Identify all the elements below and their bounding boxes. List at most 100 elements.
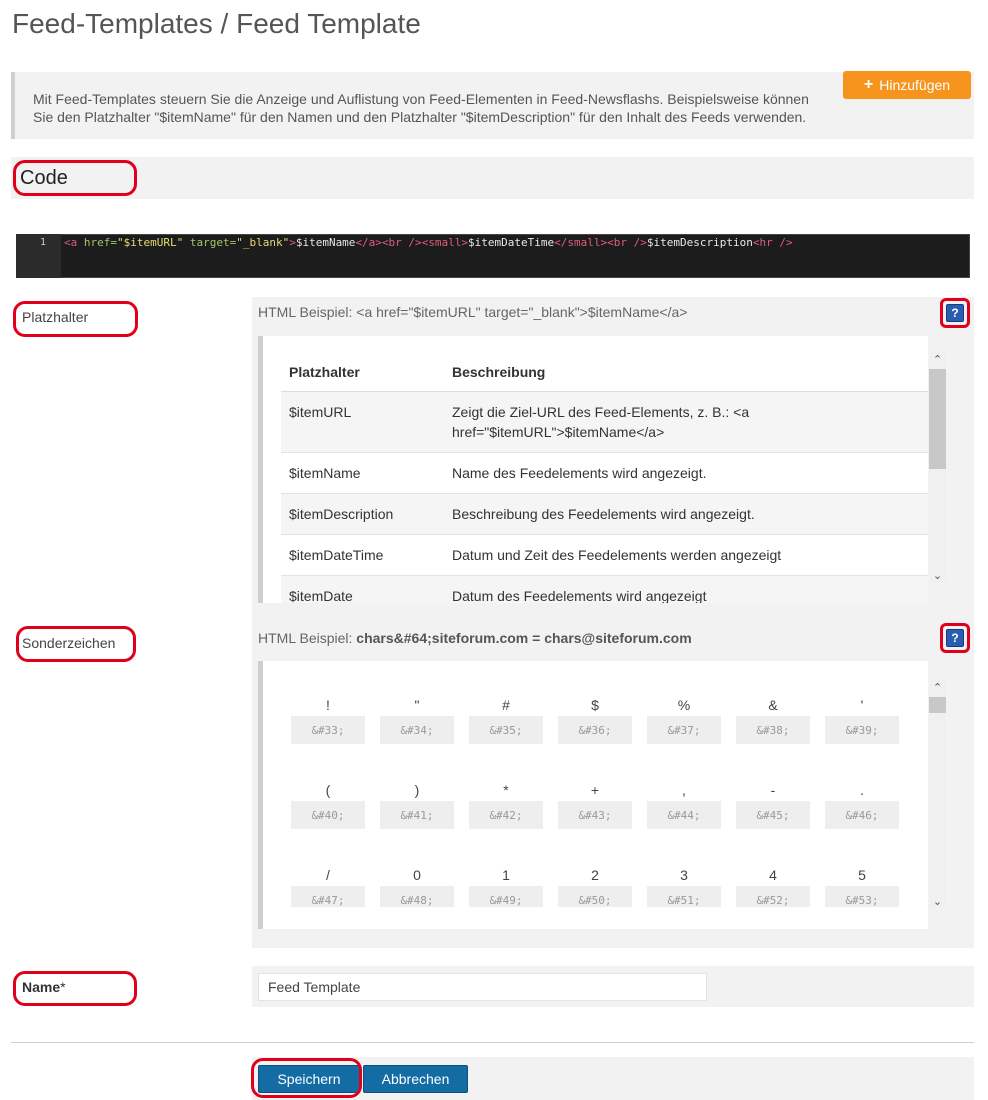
char-code: &#45;: [736, 801, 810, 829]
char-item[interactable]: 3 &#51;: [647, 865, 721, 907]
code-token: $itemDescription: [646, 236, 753, 249]
char-code: &#39;: [825, 716, 899, 744]
char-symbol: 3: [680, 867, 688, 883]
char-item[interactable]: $ &#36;: [558, 695, 632, 744]
char-item[interactable]: , &#44;: [647, 780, 721, 829]
table-header-row: Platzhalter Beschreibung: [281, 353, 928, 392]
chevron-up-icon[interactable]: ⌃: [929, 679, 946, 695]
char-symbol: ": [414, 697, 420, 713]
char-symbol: (: [325, 782, 331, 798]
char-item[interactable]: # &#35;: [469, 695, 543, 744]
info-text-line1: Mit Feed-Templates steuern Sie die Anzei…: [33, 91, 809, 107]
char-code: &#51;: [647, 886, 721, 907]
special-chars-scrollbar[interactable]: ⌃ ⌄: [929, 679, 946, 909]
char-item[interactable]: - &#45;: [736, 780, 810, 829]
char-symbol: 0: [413, 867, 421, 883]
code-token: </a>: [355, 236, 382, 249]
char-code: &#35;: [469, 716, 543, 744]
char-code: &#46;: [825, 801, 899, 829]
code-section-header: [11, 157, 974, 199]
char-item[interactable]: 2 &#50;: [558, 865, 632, 907]
code-token: <a: [64, 236, 78, 249]
divider: [11, 1042, 974, 1043]
char-item[interactable]: 4 &#52;: [736, 865, 810, 907]
char-code: &#53;: [825, 886, 899, 907]
char-item[interactable]: 1 &#49;: [469, 865, 543, 907]
code-token: "$itemURL": [117, 236, 184, 249]
char-symbol: -: [770, 782, 776, 798]
code-token: $itemDateTime: [468, 236, 555, 249]
placeholder-desc: Datum des Feedelements wird angezeigt: [444, 575, 928, 603]
char-item[interactable]: & &#38;: [736, 695, 810, 744]
table-row: $itemDate Datum des Feedelements wird an…: [281, 575, 928, 603]
placeholder-scrollbar[interactable]: ⌃ ⌄: [929, 351, 946, 583]
char-symbol: 4: [769, 867, 777, 883]
char-code: &#36;: [558, 716, 632, 744]
placeholder-desc: Zeigt die Ziel-URL des Feed-Elements, z.…: [444, 391, 928, 453]
char-symbol: !: [326, 697, 330, 713]
chevron-down-icon[interactable]: ⌄: [929, 893, 946, 909]
placeholder-desc: Datum und Zeit des Feedelements werden a…: [444, 534, 928, 576]
char-symbol: &: [768, 697, 778, 713]
char-item[interactable]: ( &#40;: [291, 780, 365, 829]
scrollbar-thumb[interactable]: [929, 697, 946, 713]
char-symbol: 5: [858, 867, 866, 883]
char-symbol: 1: [502, 867, 510, 883]
save-button[interactable]: Speichern: [258, 1065, 360, 1093]
char-symbol: $: [591, 697, 599, 713]
char-symbol: +: [590, 782, 600, 798]
char-code: &#40;: [291, 801, 365, 829]
placeholder-key: $itemURL: [281, 391, 444, 453]
chevron-down-icon[interactable]: ⌄: [929, 567, 946, 583]
char-code: &#49;: [469, 886, 543, 907]
chevron-up-icon[interactable]: ⌃: [929, 351, 946, 367]
table-row: $itemDateTime Datum und Zeit des Feedele…: [281, 534, 928, 576]
char-code: &#42;: [469, 801, 543, 829]
char-item[interactable]: ! &#33;: [291, 695, 365, 744]
char-symbol: #: [502, 697, 510, 713]
help-icon[interactable]: ?: [946, 304, 964, 322]
char-code: &#50;: [558, 886, 632, 907]
char-symbol: .: [860, 782, 864, 798]
char-code: &#43;: [558, 801, 632, 829]
code-token: <hr />: [752, 236, 793, 249]
placeholder-label: Platzhalter: [22, 309, 89, 325]
char-item[interactable]: ' &#39;: [825, 695, 899, 744]
placeholder-desc: Name des Feedelements wird angezeigt.: [444, 452, 928, 494]
line-number: 1: [39, 237, 46, 248]
char-code: &#47;: [291, 886, 365, 907]
name-label-text: Name: [22, 979, 61, 995]
special-chars-container: ! &#33; " &#34; # &#35; $ &#36; % &#37; & &#38…: [258, 661, 928, 929]
char-item[interactable]: * &#42;: [469, 780, 543, 829]
char-item[interactable]: 5 &#53;: [825, 865, 899, 907]
char-item[interactable]: . &#46;: [825, 780, 899, 829]
char-item[interactable]: / &#47;: [291, 865, 365, 907]
add-button[interactable]: + Hinzufügen: [843, 71, 971, 99]
placeholder-key: $itemDate: [281, 575, 444, 603]
placeholder-example: HTML Beispiel: <a href="$itemURL" target…: [258, 304, 688, 320]
char-symbol: *: [503, 782, 509, 798]
char-item[interactable]: + &#43;: [558, 780, 632, 829]
char-code: &#34;: [380, 716, 454, 744]
char-code: &#48;: [380, 886, 454, 907]
required-mark: *: [60, 979, 66, 995]
char-item[interactable]: 0 &#48;: [380, 865, 454, 907]
char-code: &#37;: [647, 716, 721, 744]
name-field[interactable]: Feed Template: [258, 973, 707, 1001]
placeholder-key: $itemDateTime: [281, 534, 444, 576]
example-bold: chars&#64;siteforum.com = chars@siteforu…: [356, 630, 692, 646]
code-token: href=: [77, 236, 117, 249]
scrollbar-thumb[interactable]: [929, 369, 946, 469]
code-token: $itemName: [295, 236, 356, 249]
page-title: Feed-Templates / Feed Template: [12, 8, 421, 39]
help-icon[interactable]: ?: [946, 629, 964, 647]
char-symbol: 2: [591, 867, 599, 883]
special-chars-row: / &#47; 0 &#48; 1 &#49; 2 &#50; 3 &#51; 4 &#52…: [281, 865, 928, 907]
char-code: &#52;: [736, 886, 810, 907]
char-item[interactable]: ) &#41;: [380, 780, 454, 829]
cancel-button[interactable]: Abbrechen: [363, 1065, 468, 1093]
info-text-line2: Sie den Platzhalter "$itemName" für den …: [33, 109, 807, 125]
char-item[interactable]: " &#34;: [380, 695, 454, 744]
char-item[interactable]: % &#37;: [647, 695, 721, 744]
code-line[interactable]: <a href="$itemURL" target="_blank">$item…: [64, 236, 793, 249]
